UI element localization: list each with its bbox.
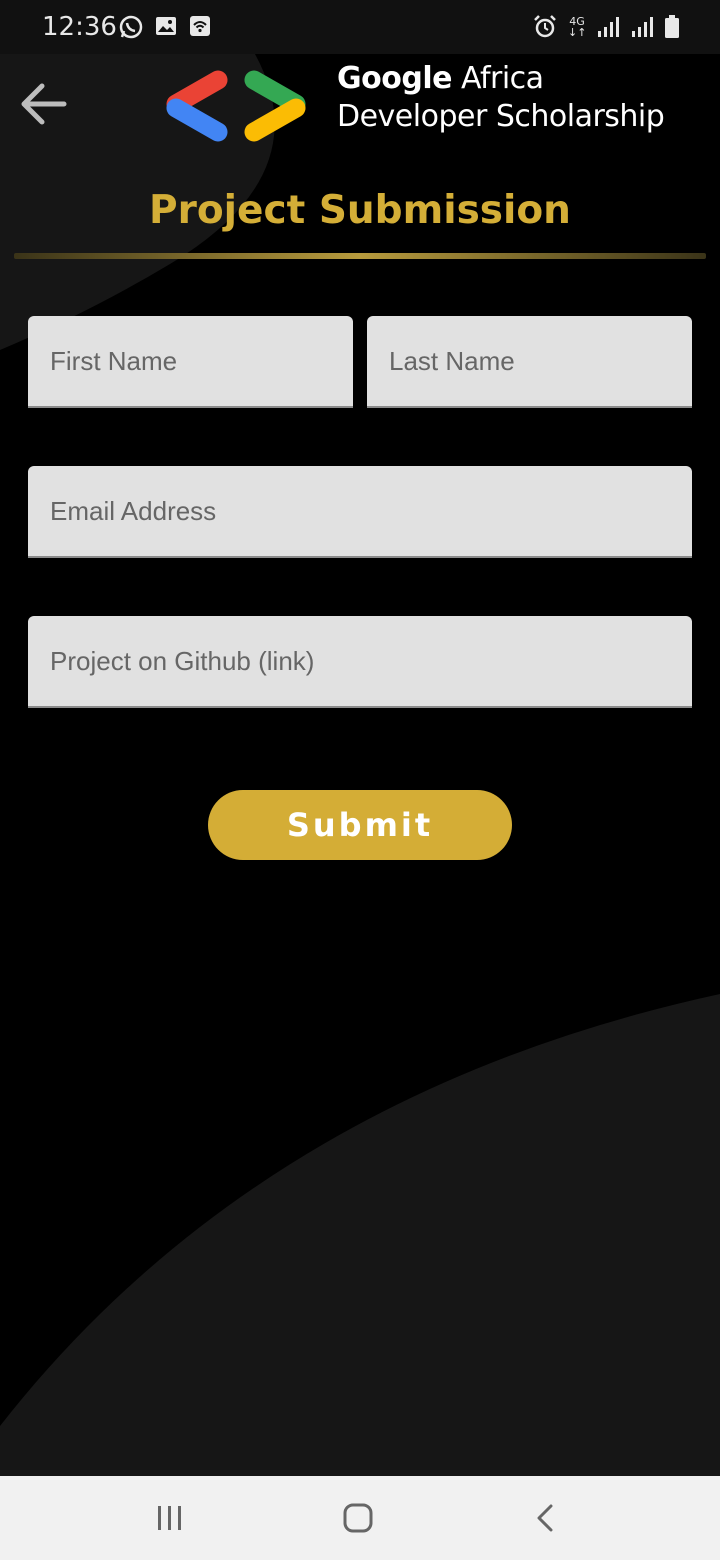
signal-icon (598, 17, 619, 37)
status-right-icons: 4G ↓↑ (532, 14, 680, 40)
back-arrow-icon[interactable] (18, 76, 74, 132)
status-left-icons (118, 14, 212, 40)
app-screen: Google Africa Developer Scholarship Proj… (0, 54, 720, 1476)
header: Google Africa Developer Scholarship (0, 54, 720, 164)
wifi-calling-icon (190, 16, 210, 36)
battery-icon (665, 15, 679, 38)
first-name-input[interactable] (28, 316, 353, 406)
github-link-input[interactable] (28, 616, 692, 706)
brand-text: Google Africa Developer Scholarship (337, 60, 665, 136)
title-divider (14, 253, 706, 259)
github-link-field[interactable] (28, 616, 692, 708)
background-shapes (0, 54, 720, 1476)
brand-line-1: Google Africa (337, 60, 664, 98)
status-bar: 12:36 4G ↓↑ (0, 0, 720, 54)
email-field[interactable] (28, 466, 692, 558)
network-4g-icon: 4G ↓↑ (568, 15, 587, 39)
google-developers-logo-icon (166, 70, 306, 142)
last-name-field[interactable] (367, 316, 692, 408)
page-title: Project Submission (149, 188, 571, 233)
brand-africa: Africa (451, 61, 544, 96)
recent-apps-icon[interactable] (148, 1498, 192, 1538)
status-time: 12:36 (42, 12, 117, 42)
home-icon[interactable] (336, 1498, 380, 1538)
whatsapp-icon (119, 15, 143, 39)
alarm-icon (534, 15, 556, 38)
system-nav-bar (0, 1476, 720, 1560)
brand-line-2: Developer Scholarship (337, 99, 665, 134)
first-name-field[interactable] (28, 316, 353, 408)
signal-icon (632, 17, 653, 37)
image-icon (156, 17, 176, 35)
email-input[interactable] (28, 466, 692, 556)
brand-google: Google (337, 61, 452, 96)
submit-button[interactable]: Submit (208, 790, 512, 860)
back-icon[interactable] (524, 1498, 568, 1538)
last-name-input[interactable] (367, 316, 692, 406)
